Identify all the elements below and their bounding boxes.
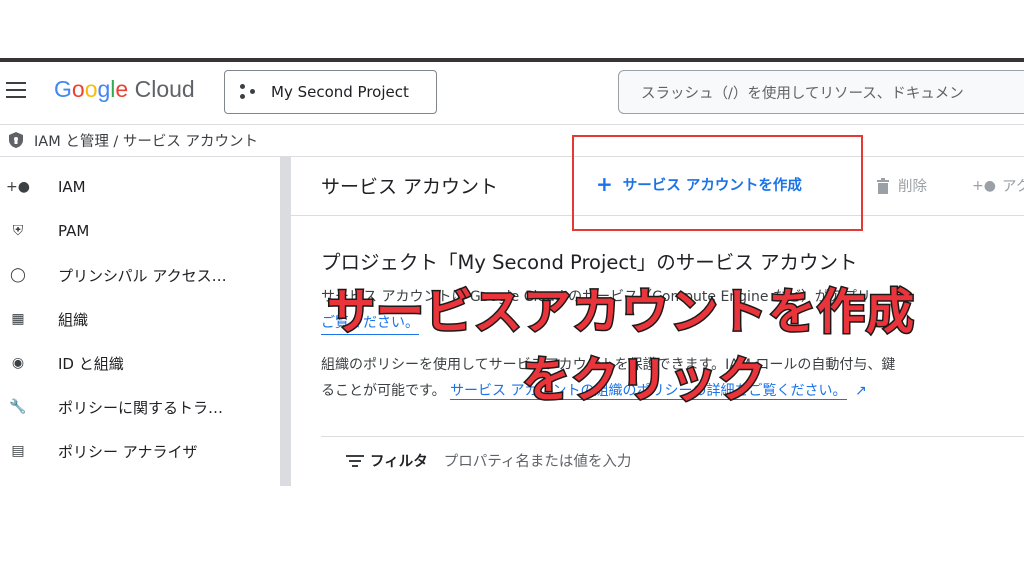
filter-divider [321, 436, 1024, 437]
sidebar-item-label: ポリシーに関するトラ… [58, 398, 224, 417]
building-icon: ▦ [11, 311, 25, 327]
policy-icon: ◯ [10, 267, 26, 283]
annotation-text: をクリック [521, 351, 768, 410]
sidebar-item-label: プリンシパル アクセス… [58, 266, 227, 285]
delete-label: 削除 [898, 179, 927, 195]
description-prefix: ることが可能です。 [321, 383, 446, 399]
menu-icon[interactable] [6, 82, 26, 98]
sidebar-item-label: PAM [58, 222, 90, 240]
section-title: プロジェクト「My Second Project」のサービス アカウント [321, 251, 858, 274]
shield-lock-icon: ⛨ [12, 223, 24, 239]
top-border [0, 58, 1024, 62]
wrench-icon: 🔧 [9, 399, 27, 415]
project-selector-button[interactable]: My Second Project [224, 70, 437, 114]
sidebar-item-identity-org[interactable]: ◉ ID と組織 [0, 343, 280, 383]
page-title: サービス アカウント [321, 176, 499, 198]
sidebar-scrollbar[interactable] [280, 157, 291, 486]
sidebar-item-policy-analyzer[interactable]: ▤ ポリシー アナライザ [0, 431, 280, 471]
highlight-box [572, 135, 863, 231]
filter-icon [346, 454, 364, 467]
sidebar-item-label: 組織 [58, 310, 89, 329]
sidebar-item-iam[interactable]: +● IAM [0, 167, 280, 207]
sidebar-item-organization[interactable]: ▦ 組織 [0, 299, 280, 339]
breadcrumb-text[interactable]: IAM と管理 / サービス アカウント [34, 130, 258, 151]
google-cloud-logo[interactable]: Google Cloud [54, 76, 195, 103]
project-name: My Second Project [271, 83, 409, 101]
filter-label: フィルタ [370, 454, 428, 470]
delete-button[interactable]: 削除 [876, 175, 927, 196]
sidebar-item-principal-access[interactable]: ◯ プリンシパル アクセス… [0, 255, 280, 295]
breadcrumb: IAM と管理 / サービス アカウント [8, 128, 258, 152]
search-input[interactable]: スラッシュ（/）を使用してリソース、ドキュメン [618, 70, 1024, 114]
filter-input[interactable]: プロパティ名または値を入力 [444, 450, 632, 471]
trash-icon [877, 177, 889, 194]
person-add-icon: +● [6, 179, 30, 195]
account-circle-icon: ◉ [11, 355, 25, 371]
document-search-icon: ▤ [11, 443, 25, 459]
project-dots-icon [239, 83, 257, 101]
sidebar-item-label: ポリシー アナライザ [58, 442, 198, 461]
filter-bar[interactable]: フィルタ プロパティ名または値を入力 [346, 450, 631, 471]
shield-icon [9, 132, 23, 148]
annotation-text: サービスアカウントを作成 [326, 283, 916, 342]
manage-access-button[interactable]: +● アク [972, 175, 1024, 196]
sidebar-item-pam[interactable]: ⛨ PAM [0, 211, 280, 251]
header-divider [0, 124, 1024, 125]
sidebar-item-label: IAM [58, 178, 86, 196]
sidebar-item-policy-troubleshooter[interactable]: 🔧 ポリシーに関するトラ… [0, 387, 280, 427]
search-placeholder: スラッシュ（/）を使用してリソース、ドキュメン [641, 85, 964, 102]
page: Google Cloud My Second Project スラッシュ（/）を… [0, 0, 1024, 576]
person-add-icon: +● [972, 177, 996, 194]
sidebar: +● IAM ⛨ PAM ◯ プリンシパル アクセス… ▦ 組織 ◉ ID と組… [0, 157, 280, 486]
access-label: アク [1001, 179, 1024, 195]
sidebar-item-label: ID と組織 [58, 354, 124, 373]
